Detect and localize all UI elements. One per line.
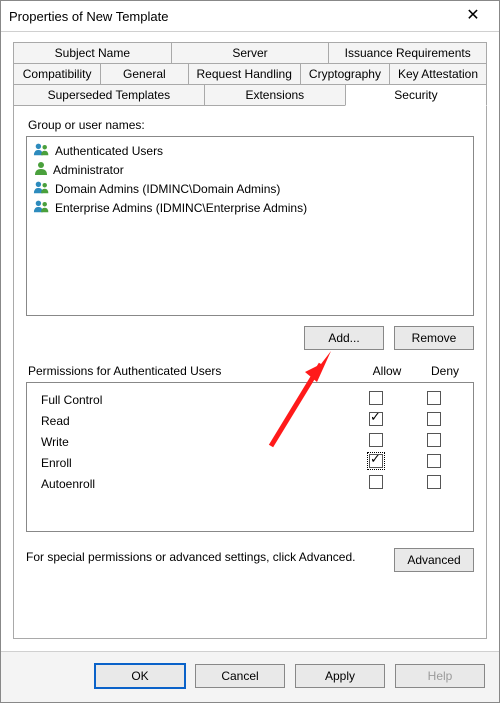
- titlebar: Properties of New Template ✕: [1, 1, 499, 32]
- add-button[interactable]: Add...: [304, 326, 384, 350]
- special-permissions-row: For special permissions or advanced sett…: [26, 548, 474, 572]
- group-icon: [33, 142, 51, 159]
- dialog-window: Properties of New Template ✕ Subject Nam…: [0, 0, 500, 703]
- allow-checkbox[interactable]: [369, 391, 383, 405]
- allow-checkbox[interactable]: [369, 412, 383, 426]
- principal-name: Administrator: [53, 163, 124, 177]
- allow-checkbox[interactable]: [369, 454, 383, 468]
- allow-header: Allow: [358, 364, 416, 378]
- add-remove-row: Add... Remove: [26, 326, 474, 350]
- tab-issuance-requirements[interactable]: Issuance Requirements: [328, 42, 487, 63]
- deny-checkbox[interactable]: [427, 391, 441, 405]
- user-icon: [33, 161, 49, 178]
- permission-row: Full Control: [37, 389, 463, 410]
- tab-server[interactable]: Server: [171, 42, 330, 63]
- principal-item[interactable]: Administrator: [33, 160, 467, 179]
- window-title: Properties of New Template: [9, 9, 453, 24]
- group-icon: [33, 199, 51, 216]
- permissions-title: Permissions for Authenticated Users: [28, 364, 221, 378]
- tab-superseded-templates[interactable]: Superseded Templates: [13, 84, 205, 106]
- ok-button[interactable]: OK: [95, 664, 185, 688]
- deny-checkbox[interactable]: [427, 475, 441, 489]
- permission-name: Full Control: [37, 393, 347, 407]
- close-icon[interactable]: ✕: [453, 1, 493, 31]
- permission-name: Enroll: [37, 456, 347, 470]
- permission-name: Autoenroll: [37, 477, 347, 491]
- allow-checkbox[interactable]: [369, 433, 383, 447]
- permissions-listbox: Full Control Read Write Enroll Autoenroll: [26, 382, 474, 532]
- permission-row: Write: [37, 431, 463, 452]
- special-permissions-text: For special permissions or advanced sett…: [26, 548, 382, 564]
- deny-checkbox[interactable]: [427, 412, 441, 426]
- tab-compatibility[interactable]: Compatibility: [13, 63, 101, 84]
- principals-listbox[interactable]: Authenticated Users Administrator Domain…: [26, 136, 474, 316]
- permission-row: Enroll: [37, 452, 463, 473]
- allow-checkbox[interactable]: [369, 475, 383, 489]
- tab-row-2: Compatibility General Request Handling C…: [13, 63, 487, 84]
- principal-name: Authenticated Users: [55, 144, 163, 158]
- tab-key-attestation[interactable]: Key Attestation: [389, 63, 487, 84]
- permission-name: Write: [37, 435, 347, 449]
- permission-name: Read: [37, 414, 347, 428]
- principal-name: Enterprise Admins (IDMINC\Enterprise Adm…: [55, 201, 307, 215]
- permissions-header: Permissions for Authenticated Users Allo…: [28, 364, 474, 378]
- deny-checkbox[interactable]: [427, 433, 441, 447]
- tab-security[interactable]: Security: [345, 84, 487, 106]
- cancel-button[interactable]: Cancel: [195, 664, 285, 688]
- tab-container: Subject Name Server Issuance Requirement…: [13, 42, 487, 106]
- principal-name: Domain Admins (IDMINC\Domain Admins): [55, 182, 280, 196]
- tab-subject-name[interactable]: Subject Name: [13, 42, 172, 63]
- tab-body-security: Group or user names: Authenticated Users…: [13, 105, 487, 639]
- tab-request-handling[interactable]: Request Handling: [188, 63, 301, 84]
- apply-button[interactable]: Apply: [295, 664, 385, 688]
- deny-header: Deny: [416, 364, 474, 378]
- principal-item[interactable]: Authenticated Users: [33, 141, 467, 160]
- tab-row-1: Subject Name Server Issuance Requirement…: [13, 42, 487, 63]
- tab-row-3: Superseded Templates Extensions Security: [13, 84, 487, 106]
- principal-item[interactable]: Domain Admins (IDMINC\Domain Admins): [33, 179, 467, 198]
- permission-row: Read: [37, 410, 463, 431]
- advanced-button[interactable]: Advanced: [394, 548, 474, 572]
- group-names-label: Group or user names:: [28, 118, 474, 132]
- permission-row: Autoenroll: [37, 473, 463, 494]
- principal-item[interactable]: Enterprise Admins (IDMINC\Enterprise Adm…: [33, 198, 467, 217]
- group-icon: [33, 180, 51, 197]
- tab-extensions[interactable]: Extensions: [204, 84, 346, 106]
- dialog-button-bar: OK Cancel Apply Help: [1, 651, 499, 702]
- help-button[interactable]: Help: [395, 664, 485, 688]
- deny-checkbox[interactable]: [427, 454, 441, 468]
- dialog-content: Subject Name Server Issuance Requirement…: [1, 32, 499, 651]
- tab-cryptography[interactable]: Cryptography: [300, 63, 390, 84]
- remove-button[interactable]: Remove: [394, 326, 474, 350]
- tab-general[interactable]: General: [100, 63, 188, 84]
